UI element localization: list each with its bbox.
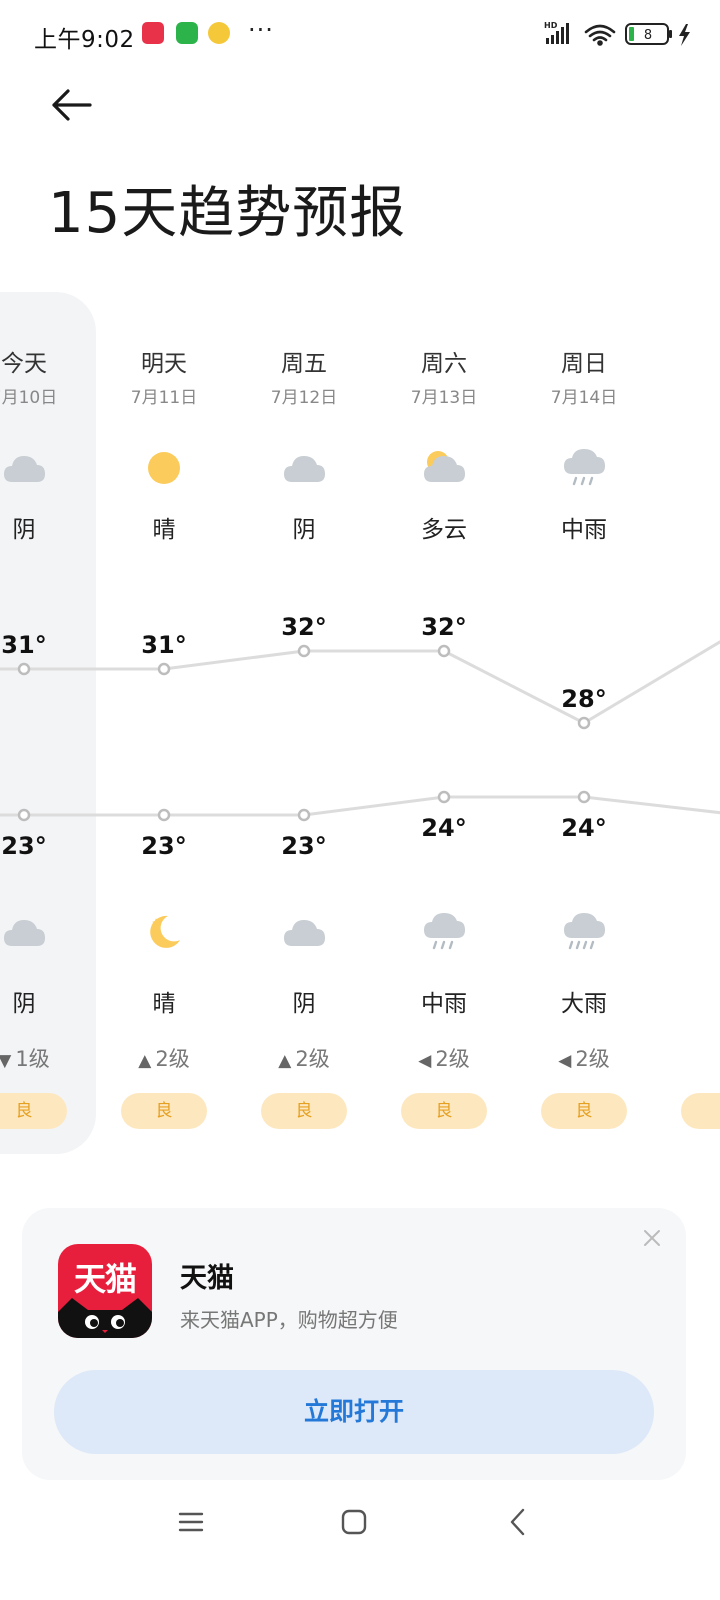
high-temp-label: 32° xyxy=(281,613,326,641)
mascot-notification-icon xyxy=(208,22,230,44)
high-temp-point xyxy=(157,662,171,676)
page-title: 15天趋势预报 xyxy=(48,181,407,246)
wifi-icon xyxy=(584,24,616,46)
open-app-button[interactable]: 立即打开 xyxy=(54,1370,654,1454)
ad-description: 来天猫APP，购物超方便 xyxy=(180,1308,398,1332)
svg-text:8: 8 xyxy=(644,28,652,43)
recent-apps-button[interactable] xyxy=(161,1502,221,1542)
temperature-line xyxy=(0,640,720,725)
high-temp-label: 28° xyxy=(561,685,606,713)
charging-icon xyxy=(679,24,690,46)
chevron-left-icon xyxy=(510,1508,525,1536)
tmall-logo: 天猫 xyxy=(58,1244,152,1338)
high-temp-point xyxy=(297,644,311,658)
menu-icon xyxy=(178,1512,204,1532)
temperature-line xyxy=(0,795,720,817)
low-temp-label: 23° xyxy=(281,832,326,860)
close-icon xyxy=(644,1230,660,1246)
low-temp-point xyxy=(297,808,311,822)
more-notifications-icon: ··· xyxy=(248,16,274,44)
back-button[interactable] xyxy=(44,80,104,130)
signal-icon: HD xyxy=(544,21,569,44)
status-bar: 上午9:02 ··· HD 8 xyxy=(0,0,720,70)
back-nav-button[interactable] xyxy=(488,1502,548,1542)
low-temp-label: 24° xyxy=(421,814,466,842)
home-square-icon xyxy=(341,1509,367,1535)
low-temp-point xyxy=(17,808,31,822)
temperature-trend-chart: 31° 31° 32° 32° 28° 23° 23° 23° 24° 24° xyxy=(0,613,720,860)
xiaohongshu-notification-icon xyxy=(142,22,164,44)
forecast-scroller[interactable]: 今天 7月10日 阴 阴 ▼1级 良 明天 7月11日 晴 晴 ▲2级 良 周五… xyxy=(0,290,720,1160)
low-temp-point xyxy=(157,808,171,822)
low-temp-label: 23° xyxy=(141,832,186,860)
high-temp-label: 31° xyxy=(1,631,46,659)
high-temp-point xyxy=(577,716,591,730)
system-nav-bar xyxy=(0,1480,720,1600)
back-arrow-icon xyxy=(52,89,92,121)
low-temp-label: 23° xyxy=(1,832,46,860)
status-icons: HD 8 xyxy=(544,21,690,46)
high-temp-label: 32° xyxy=(421,613,466,641)
low-temp-label: 24° xyxy=(561,814,606,842)
svg-text:HD: HD xyxy=(544,21,558,30)
app-promo-card[interactable]: 天猫 天猫 来天猫APP，购物超方便 立即打开 xyxy=(22,1208,686,1480)
high-temp-point xyxy=(17,662,31,676)
ad-app-name: 天猫 xyxy=(180,1263,234,1294)
close-ad-button[interactable] xyxy=(640,1226,664,1250)
high-temp-label: 31° xyxy=(141,631,186,659)
battery-icon: 8 xyxy=(625,23,672,45)
status-time: 上午9:02 xyxy=(34,27,135,53)
low-temp-point xyxy=(577,790,591,804)
low-temp-point xyxy=(437,790,451,804)
tmall-cat-icon xyxy=(58,1298,152,1338)
home-button[interactable] xyxy=(324,1502,384,1542)
app-notification-icon xyxy=(176,22,198,44)
high-temp-point xyxy=(437,644,451,658)
